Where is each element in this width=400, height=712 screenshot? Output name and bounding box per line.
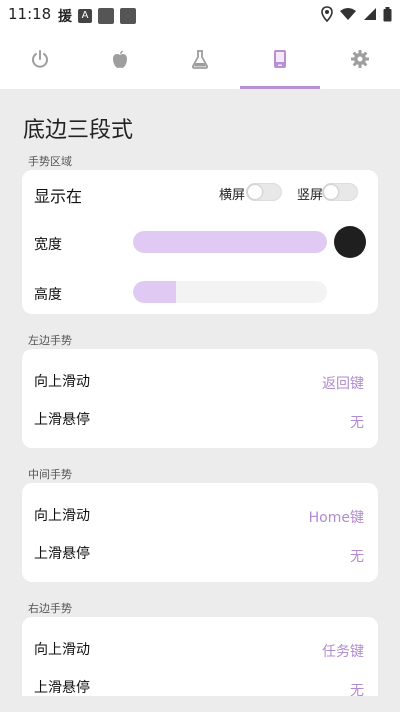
section-label-right-gesture: 右边手势 (28, 602, 72, 615)
hover-label: 上滑悬停 (34, 412, 90, 428)
left-hover-row[interactable]: 上滑悬停 无 (22, 399, 378, 448)
power-icon (32, 49, 48, 68)
gear-icon (351, 49, 369, 68)
landscape-toggle[interactable] (246, 183, 282, 201)
tab-bar (0, 28, 400, 89)
phone-icon (274, 49, 286, 68)
swipe-up-label: 向上滑动 (34, 642, 90, 658)
portrait-toggle[interactable] (322, 183, 358, 201)
tab-phone[interactable] (240, 28, 320, 89)
portrait-label: 竖屏 (297, 188, 324, 203)
height-label: 高度 (34, 287, 62, 303)
yuan-icon: 援 (58, 9, 72, 25)
active-tab-indicator (240, 86, 320, 89)
swipe-up-label: 向上滑动 (34, 374, 90, 390)
tab-power[interactable] (0, 28, 80, 89)
wifi-icon (340, 8, 356, 20)
left-swipe-up-row[interactable]: 向上滑动 返回键 (22, 349, 378, 399)
status-time: 11:18 (8, 5, 52, 23)
right-swipe-up-row[interactable]: 向上滑动 任务键 (22, 617, 378, 667)
gesture-area-card: 显示在 横屏 竖屏 宽度 高度 (22, 170, 378, 314)
middle-gesture-card: 向上滑动 Home键 上滑悬停 无 (22, 483, 378, 582)
section-label-gesture-area: 手势区域 (28, 155, 72, 168)
a-icon: A (78, 9, 92, 23)
apple-icon (113, 50, 127, 68)
section-label-middle-gesture: 中间手势 (28, 468, 72, 481)
status-right-icons (321, 6, 392, 22)
middle-hover-row[interactable]: 上滑悬停 无 (22, 533, 378, 582)
tab-flask[interactable] (160, 28, 240, 89)
left-gesture-card: 向上滑动 返回键 上滑悬停 无 (22, 349, 378, 448)
hover-label: 上滑悬停 (34, 680, 90, 696)
height-slider-fill (133, 281, 176, 303)
hover-label: 上滑悬停 (34, 546, 90, 562)
page-title: 底边三段式 (23, 118, 134, 143)
hover-value: 无 (350, 415, 364, 431)
hover-value: 无 (350, 549, 364, 565)
signal-icon (364, 8, 376, 20)
swipe-up-value: 返回键 (322, 376, 364, 392)
swipe-up-value: Home键 (308, 510, 364, 526)
display-on-label: 显示在 (34, 187, 83, 206)
status-bar: 11:18 援 A (0, 0, 400, 28)
bottom-edge (0, 696, 400, 712)
toggle-knob (248, 185, 262, 199)
swipe-up-label: 向上滑动 (34, 508, 90, 524)
location-icon (321, 6, 333, 22)
middle-swipe-up-row[interactable]: 向上滑动 Home键 (22, 483, 378, 533)
swipe-up-value: 任务键 (322, 644, 364, 660)
width-slider-fill (133, 231, 327, 253)
height-slider[interactable] (133, 281, 327, 303)
section-label-left-gesture: 左边手势 (28, 334, 72, 347)
color-picker[interactable] (334, 226, 366, 258)
flask-icon (191, 49, 209, 69)
tab-settings[interactable] (320, 28, 400, 89)
tab-apple[interactable] (80, 28, 160, 89)
square-icon (98, 8, 114, 24)
width-slider[interactable] (133, 231, 327, 253)
status-left-icons: 援 A (58, 6, 136, 26)
landscape-label: 横屏 (219, 188, 246, 203)
width-label: 宽度 (34, 237, 62, 253)
battery-icon (383, 6, 392, 21)
square-icon (120, 8, 136, 24)
toggle-knob (324, 185, 338, 199)
